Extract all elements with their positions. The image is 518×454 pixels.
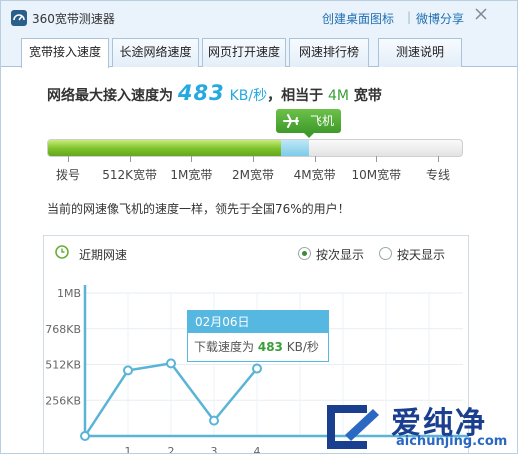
speed-bar-fill-end [281,140,309,156]
speed-test-window: 360宽带测速器 创建桌面图标 | 微博分享 宽带接入速度 长途网络速度 网页打… [0,0,518,454]
speed-bar-tick [438,156,439,162]
watermark-url: aichunjing.com [396,434,508,449]
speed-bar-tick-label: 专线 [425,168,451,182]
tab-access-speed[interactable]: 宽带接入速度 [21,38,109,68]
speed-bar-tick-label: 拨号 [55,168,81,182]
title-bar: 360宽带测速器 创建桌面图标 | 微博分享 [1,1,517,35]
tooltip-value: 483 [257,340,283,354]
close-icon[interactable] [474,7,488,21]
tab-long-distance-speed[interactable]: 长途网络速度 [112,38,199,67]
speed-middle: ，相当于 [267,88,324,104]
speed-value: 483 [177,81,225,105]
speed-level-badge: 飞机 [276,109,341,133]
speed-bar-tick [191,156,193,162]
tab-page-open-speed[interactable]: 网页打开速度 [202,38,286,67]
speed-bar-tick-label: 2M宽带 [232,168,274,182]
tab-bar: 宽带接入速度 长途网络速度 网页打开速度 网速排行榜 测速说明 [1,35,517,68]
speed-bar-tick [129,156,131,162]
data-point [80,431,90,441]
app-logo-icon [11,10,27,26]
data-point [123,365,133,376]
speed-unit: KB/秒 [229,88,268,104]
tab-test-help[interactable]: 测速说明 [378,38,462,67]
watermark-logo [327,405,379,449]
speed-bar-fill [48,140,281,156]
x-tick-label: 4 [254,445,261,454]
tab-speed-ranking[interactable]: 网速排行榜 [289,38,369,67]
speed-bar-tick-label: 512K宽带 [102,168,158,182]
tooltip-label: 下载速度为 [194,340,255,354]
data-point [209,415,219,426]
speed-bar-tick [314,156,316,162]
speed-bar-tick-label: 4M宽带 [293,168,336,182]
y-tick-label: 512KB [45,359,81,372]
speed-bar-tick [68,156,69,162]
y-tick-label: 256KB [45,394,81,407]
data-point [252,363,262,374]
speed-prefix: 网络最大接入速度为 [47,88,173,104]
airplane-icon [283,114,299,128]
speed-bar-tick [376,156,378,162]
speed-suffix: 宽带 [353,88,382,104]
speed-bar-tick-label: 1M宽带 [170,168,213,182]
x-tick-label: 1 [125,445,132,454]
speed-bar-tick-label: 10M宽带 [351,168,402,182]
comparison-text: 当前的网速像飞机的速度一样，领先于全国76%的用户！ [47,202,350,216]
speed-bar [47,139,463,157]
chart-tooltip: 02月06日 下载速度为 483 KB/秒 [187,310,329,362]
y-tick-label: 768KB [45,323,81,336]
tooltip-body: 下载速度为 483 KB/秒 [194,338,319,355]
bandwidth-value: 4M [327,88,349,104]
speed-level-label: 飞机 [310,114,335,128]
create-shortcut-link[interactable]: 创建桌面图标 [322,10,394,27]
speed-result-line: 网络最大接入速度为 483 KB/秒，相当于 4M 宽带 [47,81,382,105]
speed-bar-tick [253,156,254,162]
x-tick-label: 2 [168,445,175,454]
tooltip-date: 02月06日 [188,311,328,333]
title-separator: | [407,10,412,24]
weibo-share-link[interactable]: 微博分享 [416,10,464,27]
tooltip-unit: KB/秒 [286,340,319,354]
data-point [166,358,176,369]
y-tick-label: 1MB [57,287,81,300]
app-title: 360宽带测速器 [32,12,115,26]
x-tick-label: 3 [211,445,218,454]
badge-pointer [303,132,315,138]
